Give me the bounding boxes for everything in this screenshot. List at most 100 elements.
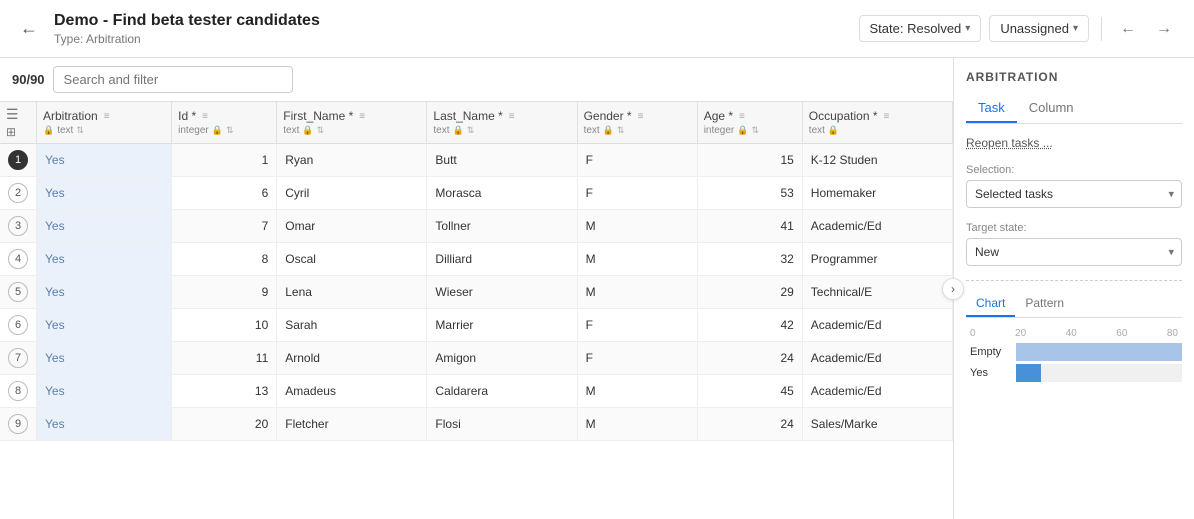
app-container: ← Demo - Find beta tester candidates Typ… — [0, 0, 1194, 519]
row-number-cell: 4 — [0, 243, 37, 276]
x-label-60: 60 — [1116, 328, 1127, 339]
gender-cell: M — [577, 210, 697, 243]
arbitration-cell: Yes — [37, 144, 172, 177]
row-number-cell: 8 — [0, 375, 37, 408]
sort-icon[interactable]: ⇅ — [76, 125, 84, 136]
occupation-cell: Sales/Marke — [802, 408, 952, 441]
table-row[interactable]: 8 Yes 13 Amadeus Caldarera M 45 Academic… — [0, 375, 953, 408]
back-button[interactable]: ← — [16, 14, 42, 43]
table-row[interactable]: 4 Yes 8 Oscal Dilliard M 32 Programmer — [0, 243, 953, 276]
row-number-cell: 9 — [0, 408, 37, 441]
bar-fill-empty — [1016, 343, 1182, 361]
age-cell: 15 — [697, 144, 802, 177]
table-wrapper[interactable]: ☰ ⊞ Arbitration — [0, 102, 953, 519]
nav-prev-button[interactable]: ← — [1114, 16, 1142, 42]
state-button[interactable]: State: Resolved ▾ — [859, 15, 982, 42]
lastname-cell: Morasca — [427, 177, 577, 210]
firstname-cell: Sarah — [277, 309, 427, 342]
panel-tabs: Task Column — [966, 94, 1182, 124]
target-state-wrapper: New In Progress Resolved Closed — [966, 238, 1182, 266]
expand-toggle[interactable]: › — [942, 278, 964, 300]
col-gender-type: text — [584, 125, 600, 136]
gender-cell: M — [577, 276, 697, 309]
row-number: 2 — [8, 183, 28, 203]
col-lastname-lock: 🔒 — [453, 125, 464, 136]
nav-separator — [1101, 17, 1102, 41]
assignee-button[interactable]: Unassigned ▾ — [989, 15, 1089, 42]
tab-task[interactable]: Task — [966, 94, 1017, 123]
col-id-menu[interactable]: ≡ — [202, 111, 208, 122]
occupation-cell: Academic/Ed — [802, 210, 952, 243]
selection-select[interactable]: Selected tasks All tasks Filtered tasks — [966, 180, 1182, 208]
row-number: 5 — [8, 282, 28, 302]
chart-tab-chart[interactable]: Chart — [966, 291, 1015, 317]
chart-tabs: Chart Pattern — [966, 291, 1182, 318]
chart-x-labels: 0 20 40 60 80 — [966, 328, 1182, 339]
chart-area: 0 20 40 60 80 Empty — [966, 328, 1182, 382]
id-cell: 20 — [172, 408, 277, 441]
firstname-cell: Amadeus — [277, 375, 427, 408]
row-number-cell: 1 — [0, 144, 37, 177]
col-arbitration-menu[interactable]: ≡ — [104, 111, 110, 122]
lock-icon: 🔒 — [43, 125, 54, 136]
target-state-select[interactable]: New In Progress Resolved Closed — [966, 238, 1182, 266]
reopen-link[interactable]: Reopen tasks ... — [966, 136, 1182, 150]
arbitration-cell: Yes — [37, 243, 172, 276]
lastname-cell: Amigon — [427, 342, 577, 375]
table-row[interactable]: 2 Yes 6 Cyril Morasca F 53 Homemaker — [0, 177, 953, 210]
header: ← Demo - Find beta tester candidates Typ… — [0, 0, 1194, 58]
hamburger-icon[interactable]: ☰ — [6, 106, 19, 123]
gender-cell: M — [577, 375, 697, 408]
lastname-cell: Marrier — [427, 309, 577, 342]
arbitration-cell: Yes — [37, 375, 172, 408]
gender-cell: F — [577, 309, 697, 342]
table-row[interactable]: 3 Yes 7 Omar Tollner M 41 Academic/Ed — [0, 210, 953, 243]
panel-title: ARBITRATION — [966, 70, 1182, 84]
tab-column[interactable]: Column — [1017, 94, 1086, 123]
x-label-20: 20 — [1015, 328, 1026, 339]
col-occupation-label: Occupation * — [809, 109, 878, 123]
col-lastname-sort[interactable]: ⇅ — [467, 125, 475, 136]
x-label-40: 40 — [1066, 328, 1077, 339]
record-count: 90/90 — [12, 72, 45, 87]
toolbar: 90/90 — [0, 58, 953, 102]
col-gender-menu[interactable]: ≡ — [638, 111, 644, 122]
col-lastname-menu[interactable]: ≡ — [509, 111, 515, 122]
chart-tab-pattern[interactable]: Pattern — [1015, 291, 1074, 317]
col-age-sort[interactable]: ⇅ — [751, 125, 759, 136]
col-id-sort[interactable]: ⇅ — [226, 125, 234, 136]
row-number: 4 — [8, 249, 28, 269]
row-number: 1 — [8, 150, 28, 170]
col-age-menu[interactable]: ≡ — [739, 111, 745, 122]
grid-icon[interactable]: ⊞ — [6, 125, 16, 139]
bar-fill-yes — [1016, 364, 1041, 382]
arbitration-cell: Yes — [37, 276, 172, 309]
selection-label: Selection: — [966, 164, 1182, 176]
col-gender-lock: 🔒 — [603, 125, 614, 136]
table-row[interactable]: 1 Yes 1 Ryan Butt F 15 K-12 Studen — [0, 144, 953, 177]
lastname-cell: Wieser — [427, 276, 577, 309]
firstname-cell: Omar — [277, 210, 427, 243]
nav-next-button[interactable]: → — [1150, 16, 1178, 42]
row-number: 7 — [8, 348, 28, 368]
col-firstname-menu[interactable]: ≡ — [359, 111, 365, 122]
col-gender-sort[interactable]: ⇅ — [617, 125, 625, 136]
page-title: Demo - Find beta tester candidates — [54, 12, 859, 30]
chart-bars: Empty Yes — [966, 343, 1182, 382]
table-row[interactable]: 7 Yes 11 Arnold Amigon F 24 Academic/Ed — [0, 342, 953, 375]
col-occupation-menu[interactable]: ≡ — [884, 111, 890, 122]
right-panel-inner: ARBITRATION Task Column Reopen tasks ...… — [954, 58, 1194, 519]
row-number-cell: 2 — [0, 177, 37, 210]
table-row[interactable]: 9 Yes 20 Fletcher Flosi M 24 Sales/Marke — [0, 408, 953, 441]
gender-cell: F — [577, 342, 697, 375]
table-row[interactable]: 6 Yes 10 Sarah Marrier F 42 Academic/Ed — [0, 309, 953, 342]
table-row[interactable]: 5 Yes 9 Lena Wieser M 29 Technical/E — [0, 276, 953, 309]
occupation-cell: Academic/Ed — [802, 342, 952, 375]
age-cell: 42 — [697, 309, 802, 342]
occupation-cell: Academic/Ed — [802, 309, 952, 342]
header-right: State: Resolved ▾ Unassigned ▾ ← → — [859, 15, 1179, 42]
firstname-cell: Ryan — [277, 144, 427, 177]
col-firstname-sort[interactable]: ⇅ — [317, 125, 325, 136]
search-input[interactable] — [53, 66, 293, 93]
arbitration-cell: Yes — [37, 210, 172, 243]
